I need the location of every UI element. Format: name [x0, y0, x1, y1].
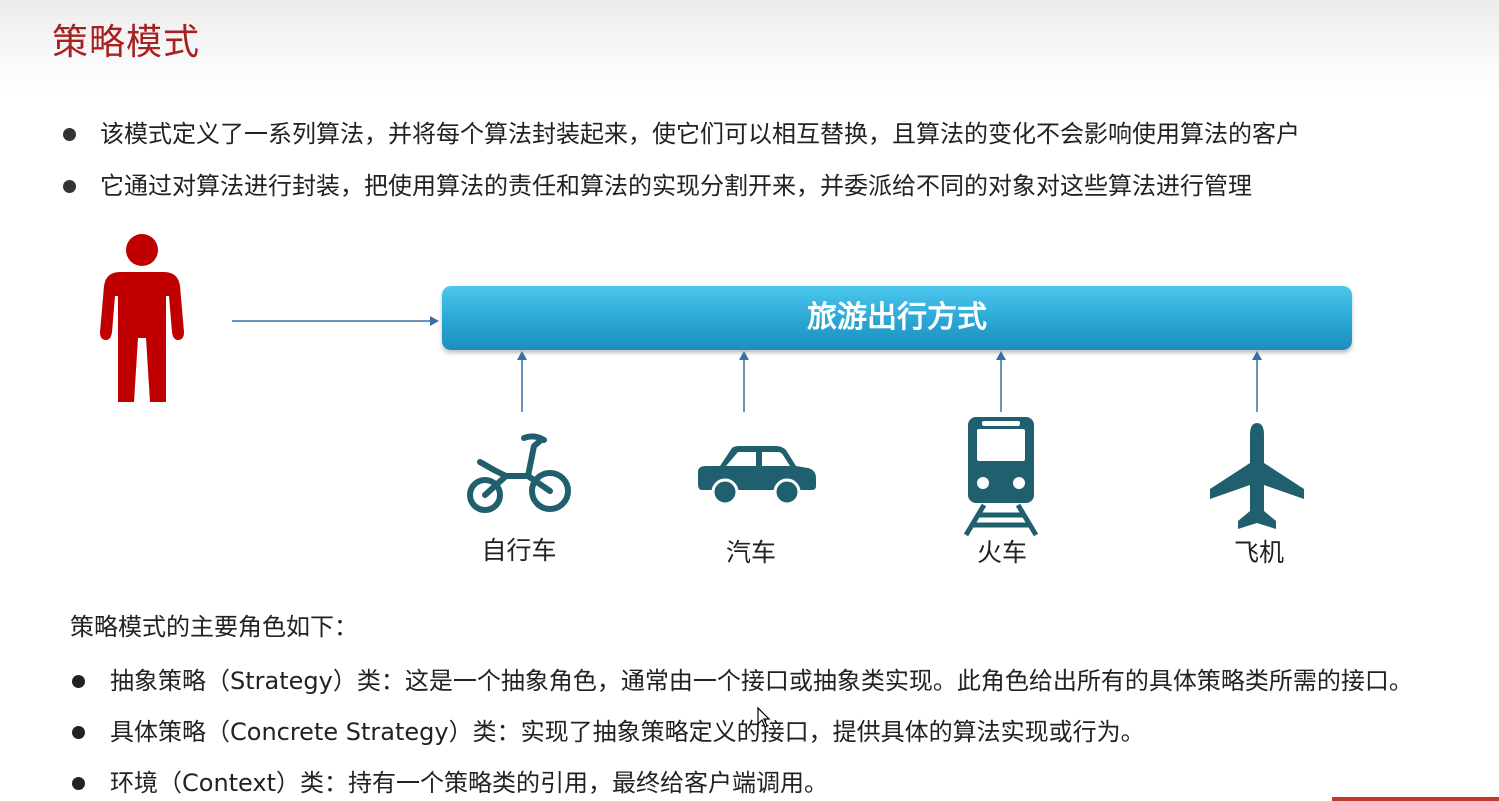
person-icon: [100, 234, 184, 402]
bullet-dot: [63, 128, 76, 141]
airplane-label: 飞机: [1233, 538, 1284, 567]
bullet-dot: [63, 180, 76, 193]
airplane-arrow: [1252, 351, 1262, 412]
car-icon: [698, 446, 816, 506]
bicycle-label: 自行车: [481, 536, 557, 565]
airplane-icon: [1210, 423, 1304, 529]
corner-accent: [1332, 797, 1499, 801]
car-arrow: [739, 351, 749, 412]
car-label: 汽车: [725, 538, 776, 567]
bullet-dot: [72, 726, 85, 739]
header-band: [0, 0, 1499, 92]
bicycle-arrow: [517, 351, 527, 412]
bicycle-icon: [467, 433, 571, 513]
role-item-abstract-strategy: 抽象策略（Strategy）类：这是一个抽象角色，通常由一个接口或抽象类实现。此…: [110, 667, 1413, 695]
train-label: 火车: [976, 538, 1027, 567]
travel-mode-context-bar: 旅游出行方式: [442, 286, 1352, 350]
role-item-context: 环境（Context）类：持有一个策略类的引用，最终给客户端调用。: [110, 769, 829, 797]
intro-bullet-2: 它通过对算法进行封装，把使用算法的责任和算法的实现分割开来，并委派给不同的对象对…: [100, 172, 1252, 200]
bullet-dot: [72, 675, 85, 688]
bullet-dot: [72, 777, 85, 790]
train-arrow: [996, 351, 1006, 412]
mouse-cursor-icon: [757, 706, 771, 728]
page-title: 策略模式: [52, 22, 201, 63]
intro-bullet-1: 该模式定义了一系列算法，并将每个算法封装起来，使它们可以相互替换，且算法的变化不…: [100, 120, 1300, 148]
role-item-concrete-strategy: 具体策略（Concrete Strategy）类：实现了抽象策略定义的接口，提供…: [110, 718, 1145, 746]
client-arrow: [232, 316, 439, 326]
train-icon: [963, 417, 1039, 537]
roles-title: 策略模式的主要角色如下：: [70, 613, 358, 641]
context-label: 旅游出行方式: [807, 300, 987, 335]
